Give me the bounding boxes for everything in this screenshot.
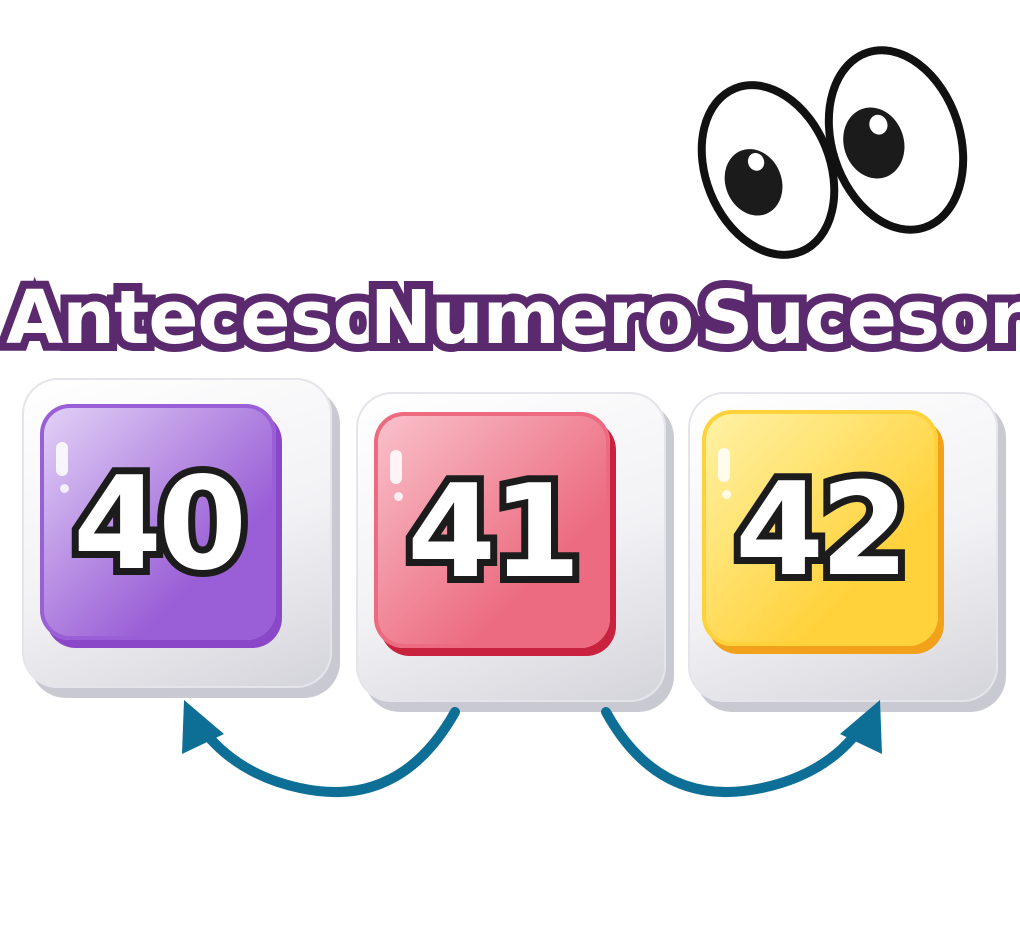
tile-shine-dot [60,484,69,493]
tile-shine-dot [394,492,403,501]
tile-antecesor: 40 [40,404,276,640]
tile-shine [718,448,730,482]
label-antecesor: Antecesor [0,267,427,369]
tile-shine [56,442,68,476]
curved-arrow-right-icon [601,707,867,797]
tile-number-sucesor: 42 [728,456,916,605]
label-numero: Numero [362,267,702,369]
cartoon-eyes-icon [697,46,968,259]
tile-shine [390,450,402,484]
tile-number-antecesor: 40 [66,450,254,599]
tile-sucesor: 42 [702,410,938,646]
tile-number-numero: 41 [400,458,588,607]
tile-shine-dot [722,490,731,499]
arrows-group [182,700,882,797]
tile-numero: 41 [374,412,610,648]
curved-arrow-left-icon [195,707,460,797]
label-sucesor: Sucesor [692,267,1020,369]
